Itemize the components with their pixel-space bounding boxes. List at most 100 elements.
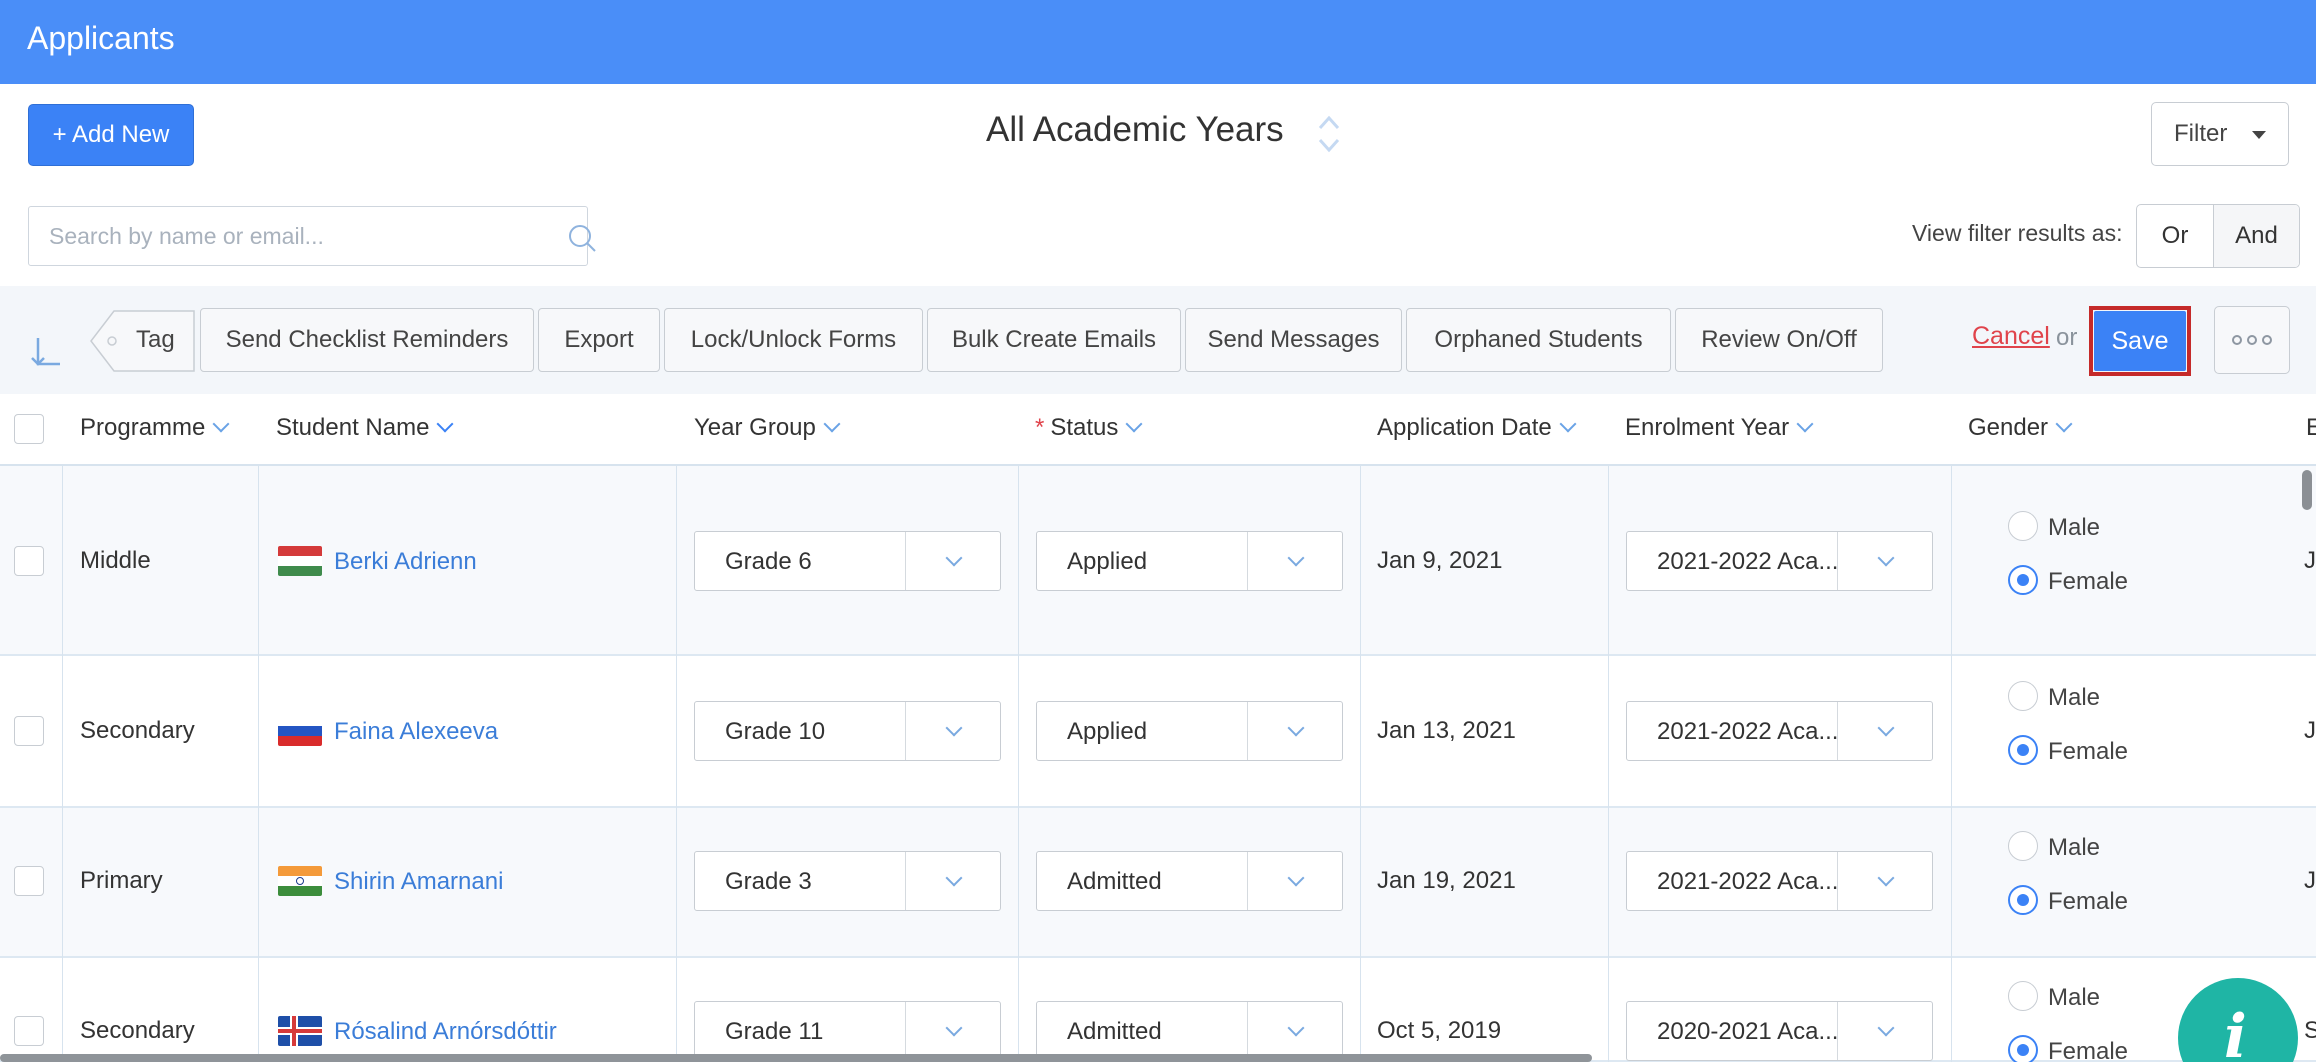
review-on-off-button[interactable]: Review On/Off [1675,308,1883,372]
table-row[interactable]: Primary Shirin Amarnani Grade 3 Admitted… [0,808,2316,958]
filter-label: Filter [2174,120,2228,147]
filter-button[interactable]: Filter [2151,102,2289,166]
orphaned-students-button[interactable]: Orphaned Students [1406,308,1671,372]
bulk-create-emails-button[interactable]: Bulk Create Emails [927,308,1181,372]
enrolment-year-select[interactable]: 2021-2022 Aca... [1626,531,1933,591]
male-radio[interactable] [2008,511,2038,541]
app-header: Applicants [0,0,2316,84]
select-all-checkbox[interactable] [14,414,44,444]
academic-year-selector[interactable]: All Academic Years [986,110,1284,150]
student-name-link[interactable]: Rósalind Arnórsdóttir [334,1018,557,1046]
search-input[interactable] [49,221,529,251]
column-divider [1018,466,1019,1062]
required-marker: * [1035,414,1045,441]
column-status[interactable]: * Status [1035,414,1143,442]
enrolment-year-select[interactable]: 2020-2021 Aca... [1626,1001,1933,1061]
column-label: Programme [80,414,206,441]
male-radio[interactable] [2008,981,2038,1011]
row-checkbox[interactable] [14,1016,44,1046]
select-divider [1837,1002,1838,1060]
column-partial[interactable]: E [2306,414,2316,442]
row-checkbox[interactable] [14,546,44,576]
search-icon[interactable] [567,223,597,253]
column-label: Application Date [1377,414,1552,441]
add-new-button[interactable]: + Add New [28,104,194,166]
application-date-cell: Jan 9, 2021 [1377,547,1503,574]
tag-button[interactable]: Tag [90,310,196,372]
chevron-down-icon [1796,415,1814,433]
select-value: Grade 10 [725,718,826,745]
female-radio[interactable] [2008,735,2038,765]
select-value: 2021-2022 Aca... [1657,548,1839,575]
column-programme[interactable]: Programme [80,414,230,442]
lock-unlock-forms-button[interactable]: Lock/Unlock Forms [664,308,923,372]
female-radio[interactable] [2008,1035,2038,1062]
send-checklist-reminders-button[interactable]: Send Checklist Reminders [200,308,534,372]
male-label: Male [2048,834,2101,861]
enrolment-year-select[interactable]: 2021-2022 Aca... [1626,701,1933,761]
year-group-select[interactable]: Grade 11 [694,1001,1001,1061]
chevron-down-icon [436,415,454,433]
select-value: Admitted [1067,868,1162,895]
select-value: 2021-2022 Aca... [1657,718,1839,745]
collapse-arrow-icon[interactable] [30,334,66,370]
column-student-name[interactable]: Student Name [276,414,454,442]
enrolment-year-select[interactable]: 2021-2022 Aca... [1626,851,1933,911]
student-name-link[interactable]: Berki Adrienn [334,548,477,576]
view-filter-label: View filter results as: [1912,220,2123,246]
vertical-scrollbar[interactable] [2302,470,2312,510]
export-button[interactable]: Export [538,308,660,372]
column-label: Enrolment Year [1625,414,1790,441]
select-divider [905,852,906,910]
row-checkbox[interactable] [14,866,44,896]
year-group-select[interactable]: Grade 10 [694,701,1001,761]
female-radio[interactable] [2008,885,2038,915]
row-checkbox[interactable] [14,716,44,746]
table-row[interactable]: Secondary Faina Alexeeva Grade 10 Applie… [0,656,2316,808]
chevron-down-icon [1877,1019,1895,1037]
status-select[interactable]: Applied [1036,531,1343,591]
column-year-group[interactable]: Year Group [694,414,841,442]
table-row[interactable]: Secondary Rósalind Arnórsdóttir Grade 11… [0,958,2316,1062]
student-name-link[interactable]: Shirin Amarnani [334,868,503,896]
select-value: Applied [1067,548,1148,575]
iceland-flag-icon [278,1016,322,1046]
column-divider [1951,466,1952,1062]
select-value: Grade 3 [725,868,812,895]
student-name-link[interactable]: Faina Alexeeva [334,718,498,746]
status-select[interactable]: Applied [1036,701,1343,761]
column-gender[interactable]: Gender [1968,414,2073,442]
save-button[interactable]: Save [2094,311,2186,371]
year-group-select[interactable]: Grade 6 [694,531,1001,591]
send-messages-button[interactable]: Send Messages [1185,308,1402,372]
column-label: Status [1050,414,1119,441]
male-radio[interactable] [2008,831,2038,861]
male-radio[interactable] [2008,681,2038,711]
chevron-down-icon [1287,1019,1305,1037]
tag-label: Tag [136,326,175,353]
application-date-cell: Jan 13, 2021 [1377,717,1516,744]
column-label: Student Name [276,414,430,441]
chevron-down-icon [1877,869,1895,887]
up-down-caret-icon[interactable] [1314,112,1344,156]
select-divider [905,532,906,590]
and-toggle-button[interactable]: And [2214,205,2299,267]
chevron-down-icon [945,719,963,737]
select-divider [1837,852,1838,910]
more-options-icon[interactable] [2214,306,2290,374]
female-radio[interactable] [2008,565,2038,595]
table-row[interactable]: Middle Berki Adrienn Grade 6 Applied Jan… [0,466,2316,656]
year-group-select[interactable]: Grade 3 [694,851,1001,911]
cancel-link[interactable]: Cancel [1972,322,2050,351]
chevron-down-icon [945,869,963,887]
horizontal-scrollbar[interactable] [0,1054,1592,1062]
status-select[interactable]: Admitted [1036,1001,1343,1061]
column-application-date[interactable]: Application Date [1377,414,1577,442]
status-select[interactable]: Admitted [1036,851,1343,911]
select-divider [1247,532,1248,590]
column-enrolment-year[interactable]: Enrolment Year [1625,414,1814,442]
programme-cell: Primary [80,867,163,894]
column-label: E [2306,414,2316,441]
or-toggle-button[interactable]: Or [2137,205,2214,267]
select-value: Applied [1067,718,1148,745]
